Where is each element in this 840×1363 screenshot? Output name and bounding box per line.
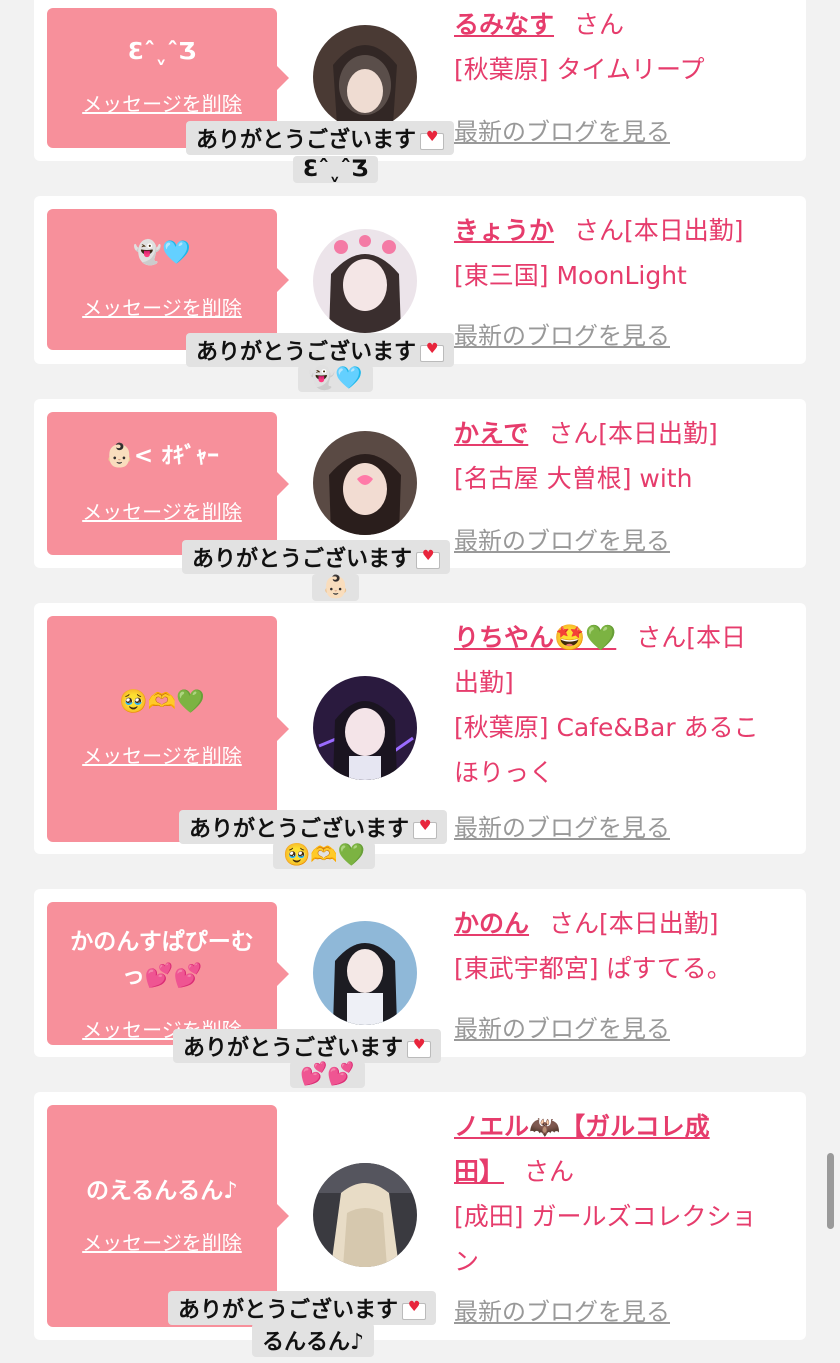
honorific: さん [574,10,625,39]
girl-info: りちやん🤩💚 さん[本日 出勤] [秋葉原] Cafe&Bar あるこ ほりっく [454,615,784,795]
message-bubble: かのんすぱぴーむ っ💕💕 メッセージを削除 [47,902,289,1045]
girl-name-link[interactable]: ノエル🦇【ガルコレ成 [454,1112,710,1141]
shop-name: [名古屋 大曽根] with [454,464,693,493]
girl-name-link-cont[interactable]: 田】 [454,1157,504,1186]
latest-blog-link[interactable]: 最新のブログを見る [454,316,670,351]
thanks-text: ありがとうございます [196,340,417,365]
shop-name-cont: ン [454,1247,480,1276]
girl-info: きょうか さん[本日出勤] [東三国] MoonLight [454,208,784,298]
notification-sub: 🥹🫶💚 [273,842,376,869]
notification-sub: 💕💕 [290,1061,365,1088]
delete-message-link[interactable]: メッセージを削除 [47,740,277,769]
notification-sub: 👻🩵 [298,365,373,392]
message-text: 🥹🫶💚 [119,689,205,715]
heart-envelope-icon [420,341,445,362]
heart-envelope-icon [413,818,438,839]
thanks-text: ありがとうございます [189,817,410,842]
avatar[interactable] [313,25,417,129]
notification-sub: 👶🏻 [312,574,360,601]
girl-name-link[interactable]: かのん [454,909,529,938]
honorific: さん [636,623,687,652]
shop-name-cont: ほりっく [454,758,555,787]
notification-sub: ƐˆˬˆƷ [293,156,379,183]
latest-blog-link[interactable]: 最新のブログを見る [454,808,670,843]
message-text: 👶🏻< ｵｷﾞｬｰ [105,443,219,469]
avatar[interactable] [313,676,417,780]
shop-name: [秋葉原] タイムリープ [454,55,705,84]
shop-name: [東三国] MoonLight [454,261,687,290]
status: [本日出勤] [598,419,718,448]
girl-info: かえで さん[本日出勤] [名古屋 大曽根] with [454,411,784,501]
shop-name: [東武宇都宮] ぱすてる。 [454,954,732,983]
notification-sub: るんるん♪ [252,1323,375,1357]
thanks-notification: ありがとうございます [168,1291,437,1325]
avatar[interactable] [313,921,417,1025]
latest-blog-link[interactable]: 最新のブログを見る [454,1292,670,1327]
heart-envelope-icon [416,548,441,569]
honorific: さん [524,1157,575,1186]
girl-name-link[interactable]: りちやん🤩💚 [454,623,616,652]
avatar[interactable] [313,431,417,535]
status: [本日 [686,623,747,652]
thanks-text: ありがとうございます [178,1298,399,1323]
girl-info: かのん さん[本日出勤] [東武宇都宮] ぱすてる。 [454,901,784,991]
latest-blog-link[interactable]: 最新のブログを見る [454,521,670,556]
thanks-text: ありがとうございます [183,1036,404,1061]
thanks-notification: ありがとうございます [186,121,455,155]
honorific: さん [574,216,625,245]
girl-info: ノエル🦇【ガルコレ成 田】 さん [成田] ガールズコレクショ ン [454,1104,784,1284]
girl-name-link[interactable]: るみなす [454,10,554,39]
shop-name: [成田] ガールズコレクショ [454,1202,757,1231]
message-text-cont: っ💕💕 [121,963,203,989]
thanks-notification: ありがとうございます [173,1029,442,1063]
honorific: さん [549,909,600,938]
message-bubble: 👻🩵 メッセージを削除 [47,209,289,350]
status: [本日出勤] [599,909,719,938]
delete-message-link[interactable]: メッセージを削除 [47,1227,277,1256]
message-text: 👻🩵 [133,240,191,266]
message-bubble: 👶🏻< ｵｷﾞｬｰ メッセージを削除 [47,412,289,555]
girl-name-link[interactable]: かえで [454,419,528,448]
thanks-text: ありがとうございます [192,547,413,572]
girl-name-link[interactable]: きょうか [454,216,554,245]
message-text: かのんすぱぴーむ [70,929,254,955]
message-text: のえるんるん♪ [86,1178,238,1204]
thanks-notification: ありがとうございます [182,540,451,574]
thanks-notification: ありがとうございます [179,810,448,844]
message-text: ƐˆˬˆƷ [127,39,197,65]
heart-envelope-icon [407,1037,432,1058]
delete-message-link[interactable]: メッセージを削除 [47,88,277,117]
girl-info: るみなす さん [秋葉原] タイムリープ [454,2,784,92]
delete-message-link[interactable]: メッセージを削除 [47,496,277,525]
latest-blog-link[interactable]: 最新のブログを見る [454,112,670,147]
heart-envelope-icon [402,1299,427,1320]
thanks-notification: ありがとうございます [186,333,455,367]
status: [本日出勤] [624,216,744,245]
latest-blog-link[interactable]: 最新のブログを見る [454,1009,670,1044]
scrollbar[interactable] [827,1153,834,1229]
message-bubble: 🥹🫶💚 メッセージを削除 [47,616,289,842]
avatar[interactable] [313,1163,417,1267]
shop-name: [秋葉原] Cafe&Bar あるこ [454,713,759,742]
honorific: さん [548,419,599,448]
delete-message-link[interactable]: メッセージを削除 [47,292,277,321]
thanks-text: ありがとうございます [196,128,417,153]
status-cont: 出勤] [454,668,514,697]
heart-envelope-icon [420,129,445,150]
avatar[interactable] [313,229,417,333]
